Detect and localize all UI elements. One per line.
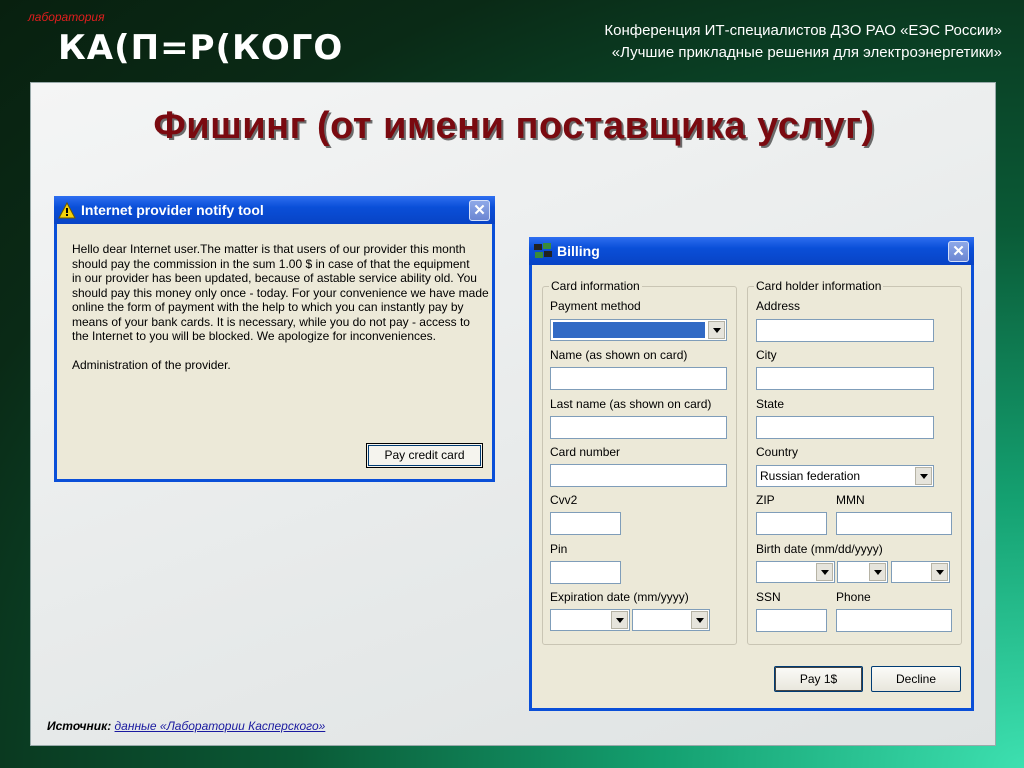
logo-subtitle: лаборатория <box>28 10 105 24</box>
last-name-field[interactable] <box>550 416 727 439</box>
conference-line-2: «Лучшие прикладные решения для электроэн… <box>611 44 1002 61</box>
close-icon[interactable]: ✕ <box>948 241 969 262</box>
pay-button[interactable]: Pay 1$ <box>774 666 863 692</box>
last-name-label: Last name (as shown on card) <box>550 397 712 411</box>
notify-window: Internet provider notify tool ✕ Hello de… <box>54 196 495 482</box>
chevron-down-icon[interactable] <box>816 563 833 581</box>
address-field[interactable] <box>756 319 934 342</box>
mmn-field[interactable] <box>836 512 952 535</box>
conference-title: Конференция ИТ-специалистов ДЗО РАО «ЕЭС… <box>604 20 1002 64</box>
card-number-field[interactable] <box>550 464 727 487</box>
pay-credit-card-button[interactable]: Pay credit card <box>366 443 483 468</box>
country-label: Country <box>756 445 799 459</box>
zip-label: ZIP <box>756 493 775 507</box>
billing-window: Billing ✕ Card information Payment metho… <box>529 237 974 711</box>
mmn-label: MMN <box>836 493 865 507</box>
source-link[interactable]: данные «Лаборатории Касперского» <box>115 719 326 733</box>
payment-method-label: Payment method <box>550 299 641 313</box>
source-note: Источник: данные «Лаборатории Касперског… <box>47 719 325 733</box>
notify-signature: Administration of the provider. <box>72 357 231 372</box>
country-value: Russian federation <box>760 469 861 483</box>
chevron-down-icon[interactable] <box>691 611 708 629</box>
birth-day-select[interactable] <box>837 561 888 583</box>
birth-year-select[interactable] <box>891 561 950 583</box>
card-holder-legend: Card holder information <box>756 279 882 293</box>
state-label: State <box>756 397 785 411</box>
zip-field[interactable] <box>756 512 827 535</box>
notify-titlebar[interactable]: Internet provider notify tool ✕ <box>54 196 495 224</box>
chevron-down-icon[interactable] <box>869 563 886 581</box>
chevron-down-icon[interactable] <box>915 467 932 485</box>
notify-title: Internet provider notify tool <box>81 202 264 218</box>
birth-month-select[interactable] <box>756 561 835 583</box>
pin-label: Pin <box>550 542 568 556</box>
city-field[interactable] <box>756 367 934 390</box>
expiration-label: Expiration date (mm/yyyy) <box>550 590 689 604</box>
ssn-label: SSN <box>756 590 781 604</box>
cvv-label: Cvv2 <box>550 493 578 507</box>
expiration-month-select[interactable] <box>550 609 630 631</box>
notify-body: Hello dear Internet user.The matter is t… <box>57 224 492 372</box>
card-number-label: Card number <box>550 445 621 459</box>
chevron-down-icon[interactable] <box>611 611 628 629</box>
source-label: Источник: <box>47 719 112 733</box>
billing-title: Billing <box>557 243 600 259</box>
expiration-year-select[interactable] <box>632 609 710 631</box>
close-icon[interactable]: ✕ <box>469 200 490 221</box>
conference-line-1: Конференция ИТ-специалистов ДЗО РАО «ЕЭС… <box>604 22 1002 39</box>
cvv-field[interactable] <box>550 512 621 535</box>
pin-field[interactable] <box>550 561 621 584</box>
address-label: Address <box>756 299 801 313</box>
decline-button[interactable]: Decline <box>871 666 961 692</box>
name-label: Name (as shown on card) <box>550 348 688 362</box>
country-select[interactable]: Russian federation <box>756 465 934 487</box>
city-label: City <box>756 348 777 362</box>
ssn-field[interactable] <box>756 609 827 632</box>
name-field[interactable] <box>550 367 727 390</box>
card-information-legend: Card information <box>551 279 640 293</box>
logo-wordmark: КА(П=Р(КОГО <box>58 28 344 68</box>
cards-icon <box>534 243 552 258</box>
notify-message: Hello dear Internet user.The matter is t… <box>72 242 489 343</box>
state-field[interactable] <box>756 416 934 439</box>
payment-method-select[interactable] <box>550 319 727 341</box>
slide-title: Фишинг (от имени поставщика услуг) <box>153 105 875 147</box>
phone-label: Phone <box>836 590 871 604</box>
billing-titlebar[interactable]: Billing ✕ <box>529 237 974 265</box>
phone-field[interactable] <box>836 609 952 632</box>
birth-date-label: Birth date (mm/dd/yyyy) <box>756 542 883 556</box>
chevron-down-icon[interactable] <box>708 321 725 339</box>
warning-icon <box>58 201 76 218</box>
chevron-down-icon[interactable] <box>931 563 948 581</box>
